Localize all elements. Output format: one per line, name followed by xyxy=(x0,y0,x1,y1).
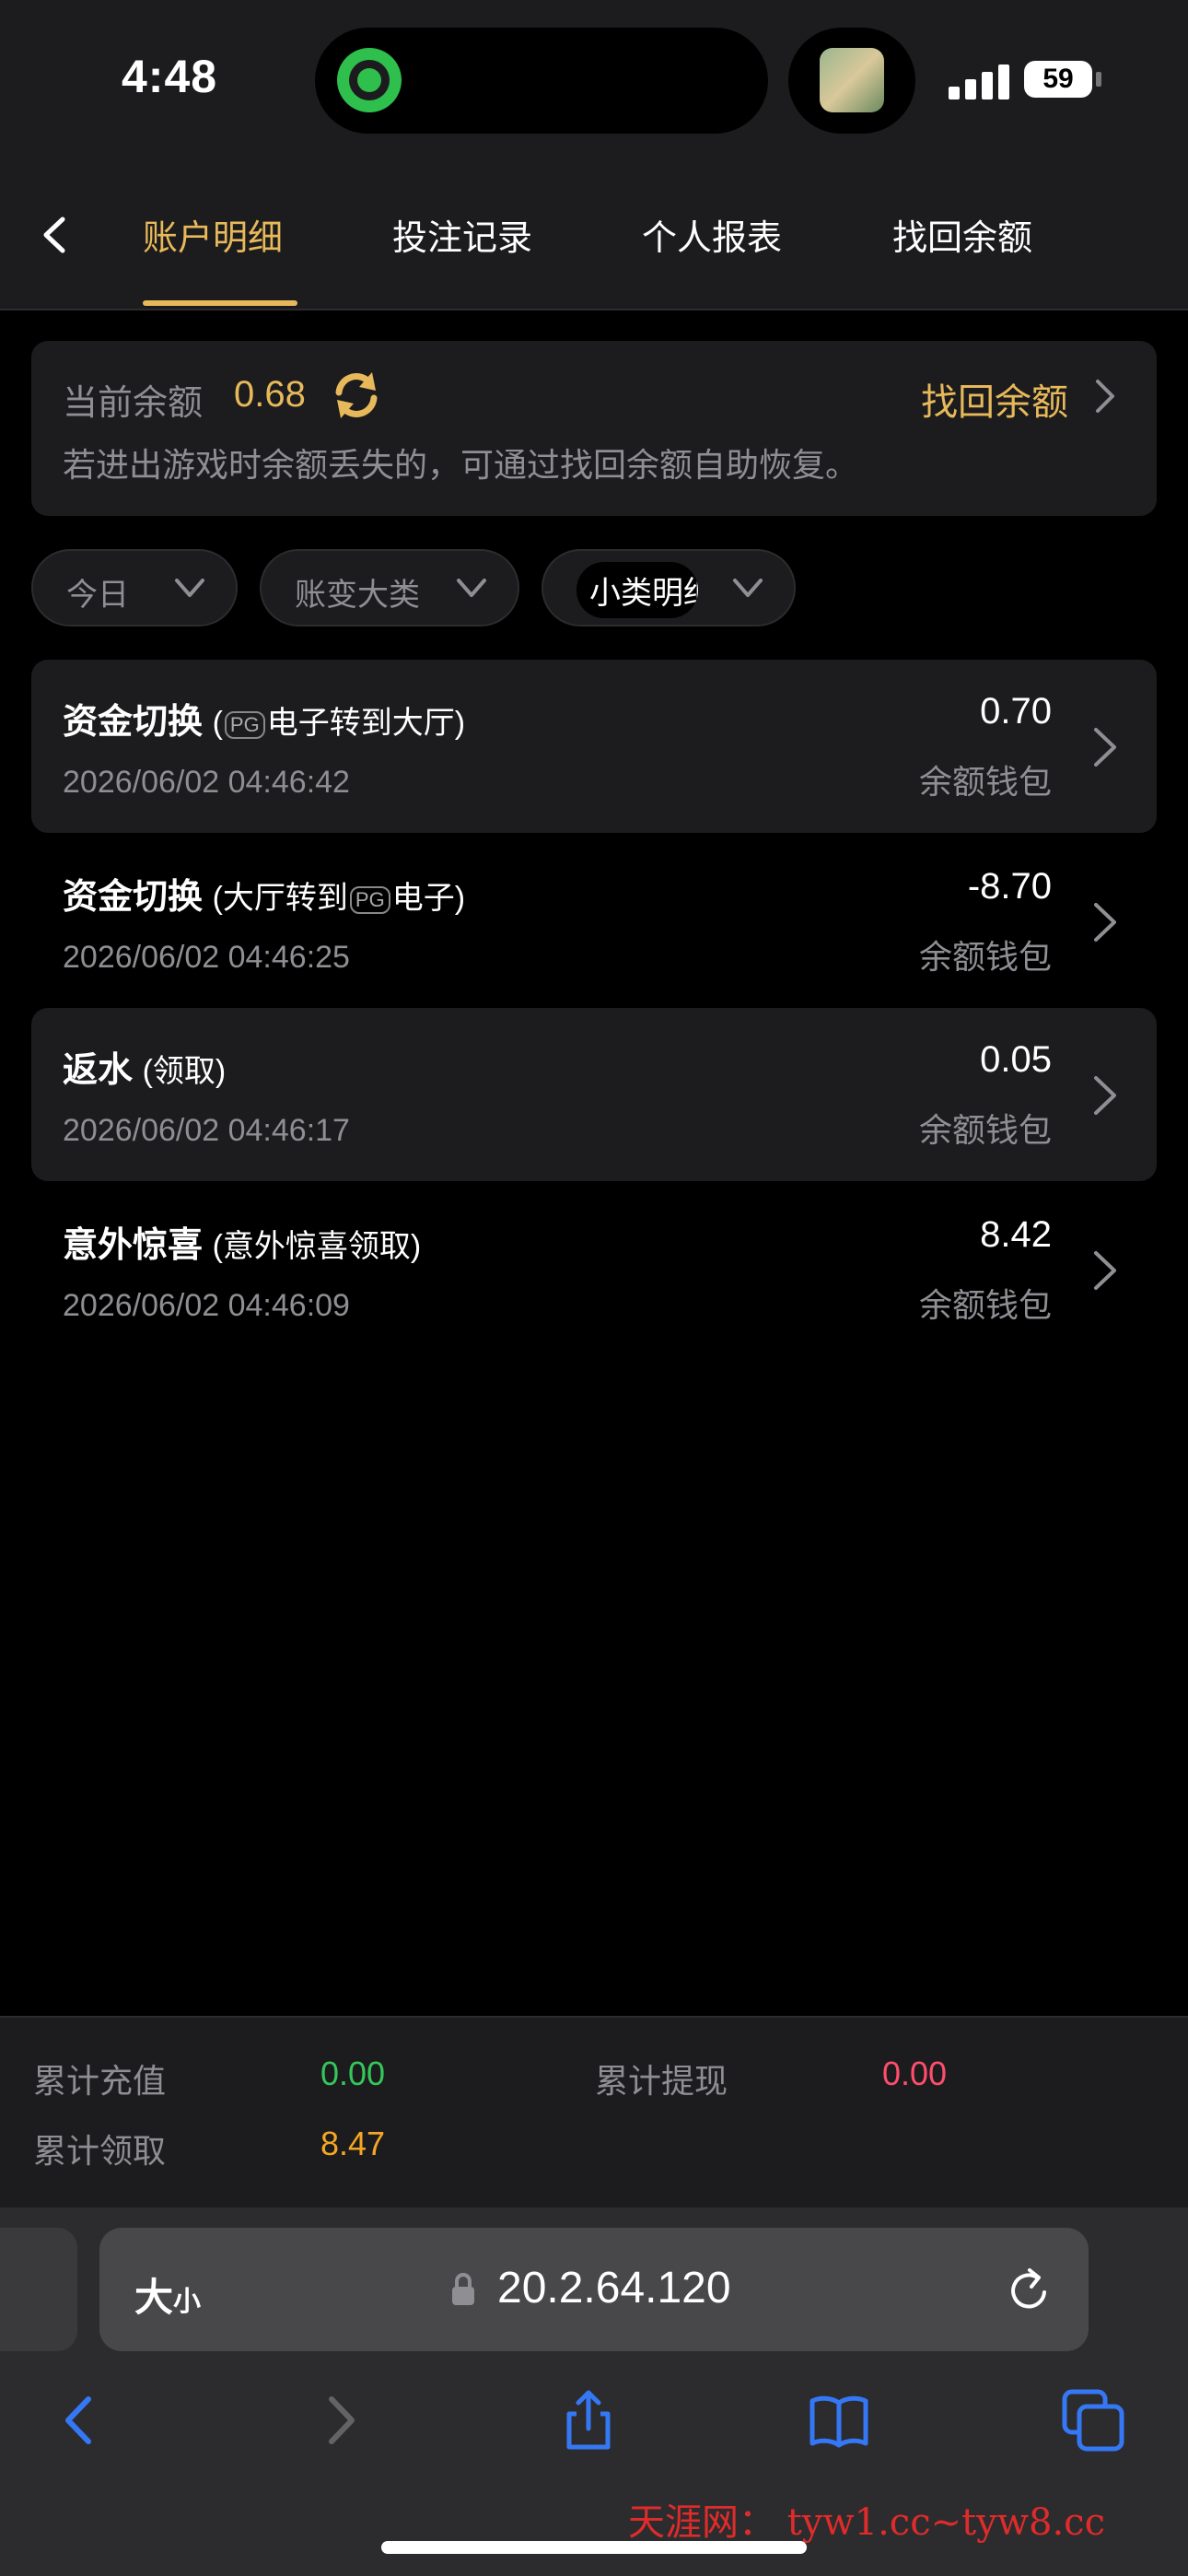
record-wallet: 余额钱包 xyxy=(918,1286,1052,1324)
record-subtitle: (领取) xyxy=(142,1054,227,1089)
tab-recover-balance[interactable]: 找回余额 xyxy=(892,209,1032,260)
total-deposit-label: 累计充值 xyxy=(33,2062,167,2100)
text-size-button[interactable]: 大小 xyxy=(134,2266,201,2323)
record-wallet: 余额钱包 xyxy=(918,1111,1052,1149)
browser-forward-icon[interactable] xyxy=(308,2388,372,2453)
record-title: 资金切换 xyxy=(63,703,204,742)
record-wallet: 余额钱包 xyxy=(918,763,1052,801)
record-row[interactable]: 资金切换 (PG 电子转到大厅) 2026/06/02 04:46:42 0.70… xyxy=(31,660,1157,833)
filter-category-label: 账变大类 xyxy=(295,578,420,613)
tabs-icon[interactable] xyxy=(1061,2388,1125,2453)
reload-icon[interactable] xyxy=(1004,2265,1055,2316)
total-withdraw-label: 累计提现 xyxy=(595,2062,728,2100)
balance-hint: 若进出游戏时余额丢失的，可通过找回余额自助恢复。 xyxy=(63,446,859,484)
previous-tab-preview[interactable] xyxy=(0,2228,77,2351)
address-bar[interactable]: 大小 20.2.64.120 xyxy=(99,2228,1089,2351)
status-time: 4:48 xyxy=(122,51,218,102)
total-deposit-value: 0.00 xyxy=(320,2055,386,2092)
balance-label: 当前余额 xyxy=(63,384,204,423)
share-icon[interactable] xyxy=(556,2388,621,2453)
record-subtitle: (意外惊喜领取) xyxy=(212,1229,422,1264)
media-thumbnail xyxy=(820,48,884,112)
record-amount: 0.05 xyxy=(980,1039,1052,1080)
total-claim-label: 累计领取 xyxy=(33,2132,167,2170)
record-date: 2026/06/02 04:46:17 xyxy=(63,1113,350,1148)
filter-date-label: 今日 xyxy=(66,578,129,613)
chevron-down-icon xyxy=(733,579,763,597)
url-text: 20.2.64.120 xyxy=(497,2264,731,2313)
watermark-text: 天涯网： tyw1.cc~tyw8.cc xyxy=(628,2501,1105,2544)
record-date: 2026/06/02 04:46:09 xyxy=(63,1288,350,1323)
battery-icon: 59 xyxy=(1024,61,1092,98)
lock-icon xyxy=(452,2273,474,2305)
record-date: 2026/06/02 04:46:25 xyxy=(63,940,350,975)
balance-card: 当前余额 0.68 找回余额 若进出游戏时余额丢失的，可通过找回余额自助恢复。 xyxy=(31,341,1157,516)
pg-logo-icon: PG xyxy=(224,711,265,740)
chevron-right-icon xyxy=(1094,1251,1116,1290)
filter-category[interactable]: 账变大类 xyxy=(260,549,519,626)
header-tabs: 账户明细 投注记录 个人报表 找回余额 xyxy=(0,161,1188,310)
active-tab-indicator xyxy=(143,300,297,306)
summary-panel: 累计充值 0.00 累计提现 0.00 累计领取 8.47 xyxy=(0,2016,1188,2207)
total-withdraw-value: 0.00 xyxy=(882,2055,948,2092)
record-subtitle: (大厅转到 PG 电子) xyxy=(212,881,466,916)
record-title: 意外惊喜 xyxy=(63,1226,204,1265)
chevron-right-icon xyxy=(1094,728,1116,767)
record-date: 2026/06/02 04:46:42 xyxy=(63,765,350,800)
record-row[interactable]: 资金切换 (大厅转到 PG 电子) 2026/06/02 04:46:25 -8.7… xyxy=(31,835,1157,1008)
chevron-down-icon xyxy=(457,579,486,597)
record-amount: 0.70 xyxy=(980,691,1052,732)
record-title: 返水 xyxy=(63,1051,134,1090)
record-subtitle: (PG 电子转到大厅) xyxy=(212,706,466,741)
record-amount: 8.42 xyxy=(980,1214,1052,1255)
refresh-icon[interactable] xyxy=(330,369,383,422)
record-title: 资金切换 xyxy=(63,878,204,917)
record-wallet: 余额钱包 xyxy=(918,938,1052,976)
balance-value: 0.68 xyxy=(234,374,306,415)
recover-balance-link[interactable]: 找回余额 xyxy=(921,372,1068,426)
record-amount: -8.70 xyxy=(967,866,1052,907)
chevron-right-icon xyxy=(1094,903,1116,942)
home-indicator xyxy=(381,2541,807,2554)
live-activity-app-icon xyxy=(337,48,402,112)
browser-back-icon[interactable] xyxy=(48,2388,112,2453)
pg-logo-icon: PG xyxy=(349,886,390,915)
total-claim-value: 8.47 xyxy=(320,2125,386,2162)
chevron-right-icon[interactable] xyxy=(1089,378,1120,415)
tab-personal-report[interactable]: 个人报表 xyxy=(642,209,782,260)
tab-bet-records[interactable]: 投注记录 xyxy=(392,209,532,260)
tab-account-details[interactable]: 账户明细 xyxy=(143,209,283,260)
status-bar: 4:48 59 xyxy=(0,0,1188,161)
record-row[interactable]: 意外惊喜 (意外惊喜领取) 2026/06/02 04:46:09 8.42 余… xyxy=(31,1183,1157,1356)
back-arrow-icon[interactable] xyxy=(33,212,79,258)
bookmarks-icon[interactable] xyxy=(807,2388,871,2453)
filter-subcategory-label: 小类明细 xyxy=(577,562,698,618)
dynamic-island-thumbnail xyxy=(788,28,915,134)
record-row[interactable]: 返水 (领取) 2026/06/02 04:46:17 0.05 余额钱包 xyxy=(31,1008,1157,1181)
chevron-right-icon xyxy=(1094,1076,1116,1115)
filter-subcategory[interactable]: 小类明细 xyxy=(542,549,796,626)
filter-date[interactable]: 今日 xyxy=(31,549,238,626)
chevron-down-icon xyxy=(175,579,204,597)
dynamic-island xyxy=(315,28,768,134)
